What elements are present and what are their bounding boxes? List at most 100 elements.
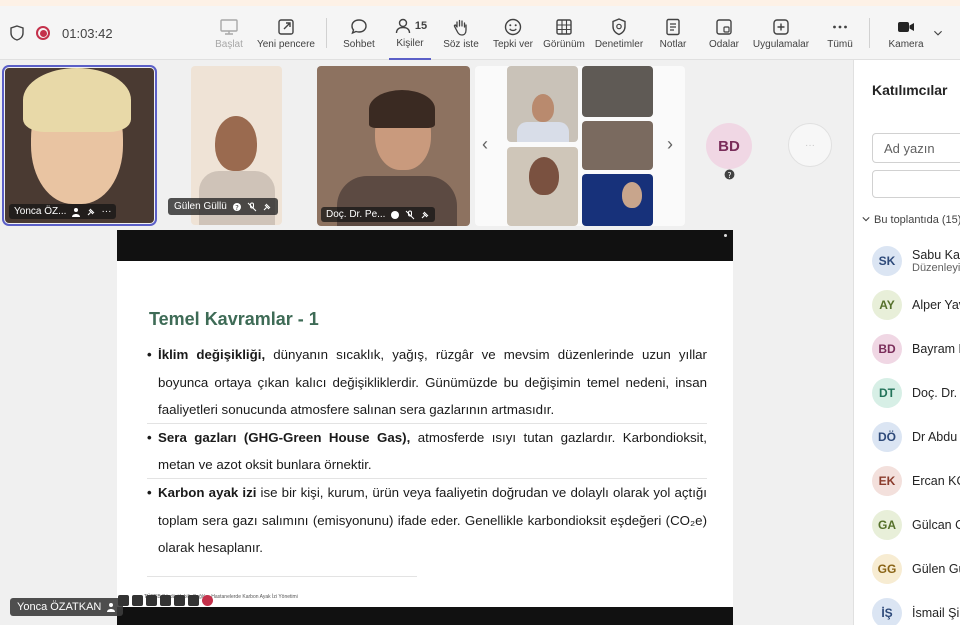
avatar: AY	[872, 290, 902, 320]
view-label: Görünüm	[543, 38, 585, 50]
start-label: Başlat	[215, 38, 243, 50]
mic-off-icon	[247, 202, 257, 211]
more-participants-button[interactable]: ···	[788, 123, 832, 167]
participant-row[interactable]: İŞ İsmail Şi	[872, 597, 959, 625]
presenter-icon	[107, 603, 116, 612]
search-icon[interactable]	[146, 595, 157, 606]
participant-row[interactable]: BD Bayram D	[872, 333, 960, 365]
participant-name: Sabu Kar	[912, 248, 960, 262]
pin-icon[interactable]	[420, 210, 430, 220]
participant-text: Bayram D	[912, 342, 960, 356]
presenter-name-tag: Yonca ÖZATKAN	[10, 598, 124, 616]
rooms-button[interactable]: Odalar	[706, 6, 742, 60]
toolbar-divider	[326, 18, 327, 48]
chat-button[interactable]: Sohbet	[341, 6, 377, 60]
video-tile-small[interactable]	[507, 66, 578, 142]
participant-row[interactable]: DÖ Dr Abdu	[872, 421, 957, 453]
raise-hand-icon	[453, 19, 467, 36]
participant-row[interactable]: DT Doç. Dr.	[872, 377, 957, 409]
panel-title: Katılımcılar	[872, 82, 948, 98]
raise-hand-button[interactable]: Söz iste	[443, 6, 479, 60]
options-icon[interactable]	[188, 595, 199, 606]
meeting-timer: 01:03:42	[62, 25, 113, 41]
new-window-label: Yeni pencere	[256, 38, 315, 50]
people-button[interactable]: 15 Kişiler	[389, 6, 431, 60]
camera-button[interactable]: Kamera	[885, 6, 927, 60]
slide-divider	[147, 576, 417, 577]
people-count: 15	[414, 19, 428, 32]
apps-button[interactable]: Uygulamalar	[752, 6, 810, 60]
participant-row[interactable]: GA Gülcan O	[872, 509, 960, 541]
participant-name: Doç. Dr. Pe...	[326, 209, 386, 220]
gallery-next-button[interactable]: ›	[667, 134, 673, 155]
notes-label: Notlar	[659, 38, 687, 50]
participant-video	[532, 94, 554, 122]
camera-icon	[898, 21, 914, 32]
chat-icon	[351, 18, 367, 34]
camera-options-button[interactable]	[930, 6, 946, 60]
notes-button[interactable]: Notlar	[656, 6, 690, 60]
video-tile-small[interactable]	[582, 66, 653, 117]
avatar: BD	[872, 334, 902, 364]
meeting-toolbar: 01:03:42 Başlat Yeni pencere Sohbet 15 K…	[0, 6, 960, 60]
in-meeting-section[interactable]: Bu toplantıda (15)	[862, 214, 960, 226]
shared-screen: Temel Kavramlar - 1 İklim değişikliği, d…	[117, 230, 733, 625]
video-tile-yonca[interactable]: Yonca ÖZ... ···	[2, 65, 157, 226]
presenter-icon	[72, 207, 81, 217]
svg-text:?: ?	[235, 204, 239, 212]
chevron-down-icon	[862, 217, 870, 222]
participant-row[interactable]: GG Gülen Gü	[872, 553, 960, 585]
slide-controls	[118, 595, 213, 606]
panel-dropdown[interactable]	[872, 170, 960, 198]
pen-icon[interactable]	[132, 595, 143, 606]
gallery-prev-button[interactable]: ‹	[482, 134, 488, 155]
shared-screen-bottombar	[117, 607, 733, 625]
slide-bullet: Karbon ayak izi ise bir kişi, kurum, ürü…	[147, 479, 707, 562]
overflow-avatar[interactable]: BD	[706, 123, 752, 169]
video-tile-small[interactable]	[507, 147, 578, 226]
pin-icon[interactable]	[86, 207, 96, 217]
start-button[interactable]: Başlat	[212, 6, 246, 60]
participant-name: Ercan KO	[912, 474, 960, 488]
toolbar-divider	[869, 18, 870, 48]
avatar: SK	[872, 246, 902, 276]
video-tile-small[interactable]	[582, 174, 653, 226]
pin-icon[interactable]	[262, 202, 272, 212]
tile-more-icon[interactable]: ···	[101, 206, 111, 217]
controls-button[interactable]: Denetimler	[593, 6, 645, 60]
back-icon[interactable]	[118, 595, 129, 606]
participant-row[interactable]: EK Ercan KO	[872, 465, 960, 497]
more-dots-icon	[833, 25, 847, 28]
participant-video	[622, 182, 642, 208]
slide-bullet: İklim değişikliği, dünyanın sıcaklık, ya…	[147, 341, 707, 424]
participant-search-input[interactable]: Ad yazın	[872, 133, 960, 163]
react-button[interactable]: Tepki ver	[491, 6, 535, 60]
participant-row[interactable]: SK Sabu Kar Düzenleyi	[872, 245, 960, 277]
slide-divider	[147, 478, 707, 479]
smiley-icon	[504, 18, 522, 35]
new-window-button[interactable]: Yeni pencere	[256, 6, 316, 60]
participant-text: Dr Abdu	[912, 430, 957, 444]
participant-hair	[369, 90, 435, 128]
participant-name: Dr Abdu	[912, 430, 958, 444]
video-tile-doc-dr[interactable]: Doç. Dr. Pe...	[317, 66, 470, 226]
react-label: Tepki ver	[492, 38, 533, 50]
mic-off-icon	[406, 210, 415, 219]
participant-hair	[23, 68, 131, 132]
participant-row[interactable]: AY Alper Yav	[872, 289, 960, 321]
more-button[interactable]: Tümü	[824, 6, 856, 60]
slide-bullet: Sera gazları (GHG-Green House Gas), atmo…	[147, 424, 707, 479]
presenter-name: Yonca ÖZATKAN	[17, 601, 102, 613]
record-icon[interactable]	[202, 595, 213, 606]
grid-view-icon	[556, 18, 572, 35]
more-label: Tümü	[827, 38, 853, 50]
slide-divider	[147, 423, 707, 424]
video-tile-small[interactable]	[582, 121, 653, 170]
participant-text: Sabu Kar Düzenleyi	[912, 248, 960, 274]
captions-icon[interactable]	[160, 595, 171, 606]
shield-icon[interactable]	[10, 25, 24, 41]
participants-panel: Katılımcılar Ad yazın Bu toplantıda (15)…	[853, 60, 960, 625]
grid-icon[interactable]	[174, 595, 185, 606]
view-button[interactable]: Görünüm	[542, 6, 586, 60]
avatar: DT	[872, 378, 902, 408]
